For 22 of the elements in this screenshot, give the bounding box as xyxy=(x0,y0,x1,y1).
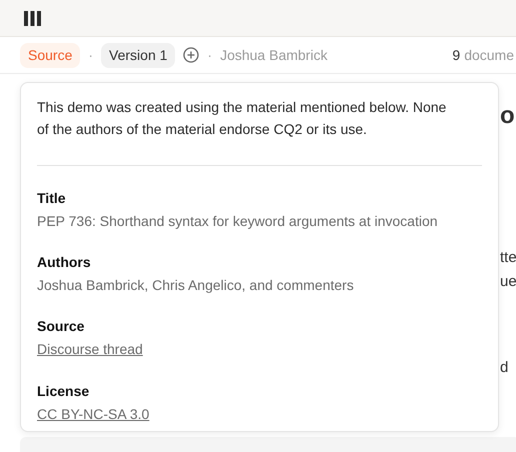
section-label: Title xyxy=(37,189,67,208)
add-icon[interactable] xyxy=(183,47,200,63)
version-tag[interactable]: Version 1 xyxy=(101,42,176,68)
intro-text: This demo was created using the material mentioned below. None of the authors of the material endorse CQ2 or its use. xyxy=(37,98,448,139)
column-icon[interactable] xyxy=(24,10,41,26)
section-value: Joshua Bambrick, Chris Angelico, and commenters xyxy=(37,276,355,295)
count-label: docume xyxy=(464,46,514,64)
section-value: PEP 736: Shorthand syntax for keyword arguments at invocation xyxy=(37,212,439,231)
link[interactable]: Discourse thread xyxy=(37,341,143,357)
body-text: tte xyxy=(500,250,516,265)
section-label: License xyxy=(37,382,90,401)
source-tag[interactable]: Source xyxy=(20,42,80,68)
section-label: Authors xyxy=(37,253,92,272)
author-name: Joshua Bambrick xyxy=(220,46,328,64)
body-text: ue xyxy=(500,274,516,289)
separator-dot: · xyxy=(207,46,212,64)
link[interactable]: CC BY-NC-SA 3.0 xyxy=(37,406,150,422)
body-text: d xyxy=(500,360,508,375)
heading-text: o xyxy=(500,104,515,128)
section-label: Source xyxy=(37,317,86,336)
document-count: 9 xyxy=(452,46,460,64)
separator-dot: · xyxy=(88,46,94,64)
